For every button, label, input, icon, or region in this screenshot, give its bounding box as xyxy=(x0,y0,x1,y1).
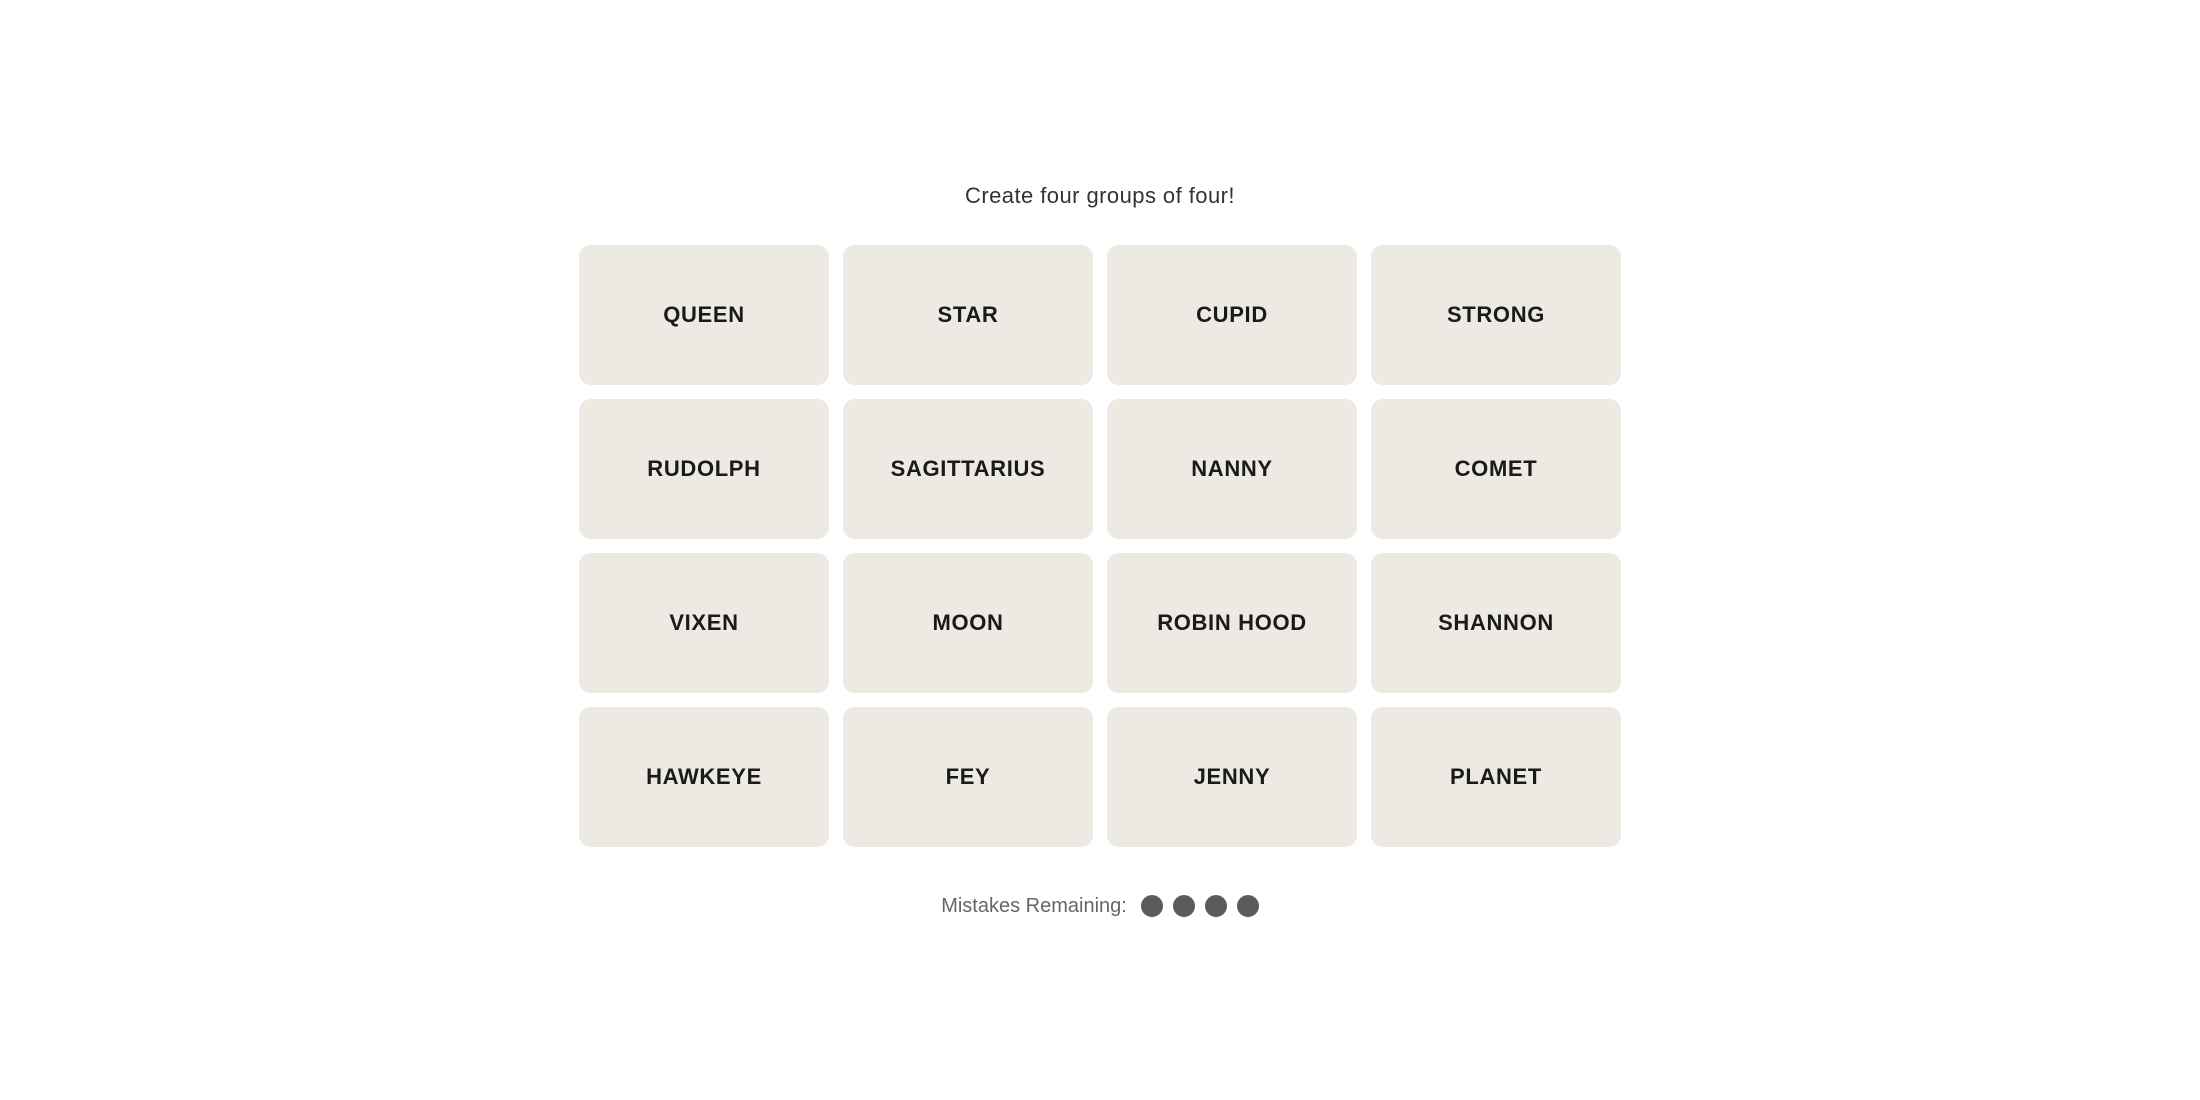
tile-moon[interactable]: MOON xyxy=(843,553,1093,693)
tile-cupid[interactable]: CUPID xyxy=(1107,245,1357,385)
tile-label-fey: FEY xyxy=(946,764,991,790)
mistake-dot-3 xyxy=(1205,895,1227,917)
tile-label-hawkeye: HAWKEYE xyxy=(646,764,762,790)
mistakes-dots xyxy=(1141,895,1259,917)
tile-comet[interactable]: COMET xyxy=(1371,399,1621,539)
tile-label-jenny: JENNY xyxy=(1194,764,1271,790)
mistake-dot-4 xyxy=(1237,895,1259,917)
tile-label-strong: STRONG xyxy=(1447,302,1545,328)
mistakes-label: Mistakes Remaining: xyxy=(941,895,1127,918)
mistake-dot-2 xyxy=(1173,895,1195,917)
tile-star[interactable]: STAR xyxy=(843,245,1093,385)
game-subtitle: Create four groups of four! xyxy=(965,183,1235,209)
mistake-dot-1 xyxy=(1141,895,1163,917)
tile-label-queen: QUEEN xyxy=(663,302,745,328)
tile-sagittarius[interactable]: SAGITTARIUS xyxy=(843,399,1093,539)
tile-jenny[interactable]: JENNY xyxy=(1107,707,1357,847)
tile-rudolph[interactable]: RUDOLPH xyxy=(579,399,829,539)
tile-label-robin-hood: ROBIN HOOD xyxy=(1157,610,1307,636)
tile-vixen[interactable]: VIXEN xyxy=(579,553,829,693)
tile-label-nanny: NANNY xyxy=(1191,456,1273,482)
tile-label-vixen: VIXEN xyxy=(669,610,738,636)
tile-label-shannon: SHANNON xyxy=(1438,610,1554,636)
tile-label-sagittarius: SAGITTARIUS xyxy=(891,456,1046,482)
tile-label-cupid: CUPID xyxy=(1196,302,1268,328)
tile-label-moon: MOON xyxy=(932,610,1003,636)
tile-label-star: STAR xyxy=(938,302,999,328)
tile-planet[interactable]: PLANET xyxy=(1371,707,1621,847)
tile-label-rudolph: RUDOLPH xyxy=(647,456,760,482)
tile-shannon[interactable]: SHANNON xyxy=(1371,553,1621,693)
tile-hawkeye[interactable]: HAWKEYE xyxy=(579,707,829,847)
tile-strong[interactable]: STRONG xyxy=(1371,245,1621,385)
tile-queen[interactable]: QUEEN xyxy=(579,245,829,385)
mistakes-row: Mistakes Remaining: xyxy=(941,895,1259,918)
tile-label-planet: PLANET xyxy=(1450,764,1542,790)
tile-robin-hood[interactable]: ROBIN HOOD xyxy=(1107,553,1357,693)
word-grid: QUEEN STAR CUPID STRONG RUDOLPH SAGITTARIUS NA… xyxy=(579,245,1621,847)
tile-nanny[interactable]: NANNY xyxy=(1107,399,1357,539)
tile-fey[interactable]: FEY xyxy=(843,707,1093,847)
tile-label-comet: COMET xyxy=(1455,456,1538,482)
